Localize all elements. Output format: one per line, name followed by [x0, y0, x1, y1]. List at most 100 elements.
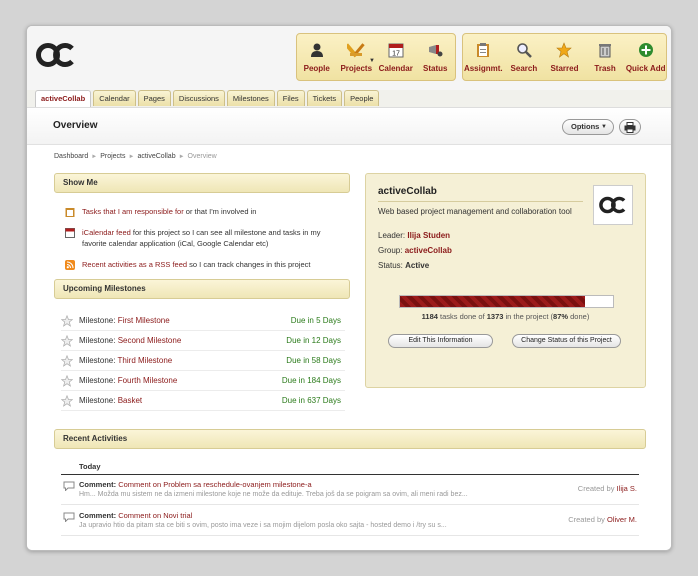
star-outline-icon[interactable] — [61, 315, 73, 327]
milestone-prefix: Milestone: — [79, 396, 118, 405]
milestone-row: Milestone: Third Milestone Due in 58 Day… — [61, 351, 345, 371]
edit-information-button[interactable]: Edit This Information — [388, 334, 493, 348]
star-icon — [555, 41, 573, 59]
activity-link[interactable]: Comment on Novi trial — [118, 511, 192, 520]
tab-discussions[interactable]: Discussions — [172, 90, 225, 106]
toolbar-search-button[interactable]: Search — [504, 34, 545, 80]
tab-tickets[interactable]: Tickets — [306, 90, 343, 106]
upcoming-milestones-heading: Upcoming Milestones — [54, 279, 350, 299]
page-header: Overview Options ▼ — [27, 107, 671, 145]
secondary-toolbar: Assignmt. Search Starred Trash Quick Add — [462, 33, 667, 81]
toolbar-label: Assignmt. — [463, 64, 503, 73]
star-outline-icon[interactable] — [61, 395, 73, 407]
icalendar-feed-link[interactable]: iCalendar feed — [82, 228, 131, 237]
milestone-link[interactable]: Fourth Milestone — [118, 376, 178, 385]
calendar-badge: 17 — [392, 51, 400, 58]
milestone-prefix: Milestone: — [79, 336, 118, 345]
tab-bar: activeCollab Calendar Pages Discussions … — [27, 90, 671, 107]
comment-icon — [63, 481, 75, 491]
milestone-row: Milestone: Second Milestone Due in 12 Da… — [61, 331, 345, 351]
toolbar-starred-button[interactable]: Starred — [544, 34, 585, 80]
tab-calendar[interactable]: Calendar — [93, 90, 136, 106]
tasks-total: 1373 — [486, 312, 504, 321]
divider — [378, 201, 583, 202]
progress-bar — [399, 295, 614, 308]
project-group: Group: activeCollab — [378, 246, 452, 255]
projects-icon — [347, 41, 365, 59]
activity-excerpt: Hm... Možda mu sistem ne da izmeni miles… — [79, 491, 468, 498]
tab-files[interactable]: Files — [276, 90, 305, 106]
toolbar-status-button[interactable]: Status — [416, 34, 456, 80]
author-link[interactable]: Ilija S. — [617, 484, 637, 493]
progress-text-part: in the project ( — [503, 312, 554, 321]
toolbar-label: Starred — [550, 64, 579, 73]
leader-label: Leader: — [378, 231, 406, 240]
activecollab-logo[interactable] — [36, 42, 76, 68]
toolbar-calendar-button[interactable]: 17 Calendar — [376, 34, 416, 80]
progress-text: 1184 tasks done of 1373 in the project (… — [366, 312, 645, 321]
day-heading: Today — [61, 459, 639, 475]
breadcrumb-current: Overview — [187, 153, 217, 160]
activity-link[interactable]: Comment on Problem sa reschedule-ovanjem… — [118, 480, 311, 489]
toolbar-people-button[interactable]: People — [297, 34, 337, 80]
leader-link[interactable]: Ilija Studen — [407, 231, 450, 240]
activity-kind: Comment: — [79, 480, 117, 489]
chevron-down-icon: ▼ — [601, 124, 607, 130]
tasks-done: 1184 — [421, 312, 438, 321]
toolbar-label: Projects — [340, 64, 373, 73]
created-by-label: Created by — [577, 484, 617, 493]
trash-icon — [596, 41, 614, 59]
calendar-icon — [65, 228, 75, 238]
milestone-link[interactable]: Second Milestone — [118, 336, 182, 345]
quick-add-icon — [637, 41, 655, 59]
activity-row: Comment: Comment on Novi trial Ja upravi… — [61, 509, 639, 536]
breadcrumb-projects[interactable]: Projects — [100, 153, 125, 160]
milestone-row: Milestone: Basket Due in 637 Days — [61, 391, 345, 411]
show-me-text: or that I'm involved in — [183, 207, 257, 216]
author-link[interactable]: Oliver M. — [607, 515, 637, 524]
milestone-prefix: Milestone: — [79, 356, 118, 365]
progress-text-part: tasks done of — [437, 312, 487, 321]
star-outline-icon[interactable] — [61, 355, 73, 367]
milestone-due: Due in 184 Days — [281, 376, 341, 385]
milestone-due: Due in 12 Days — [286, 336, 341, 345]
milestone-link[interactable]: Basket — [118, 396, 142, 405]
project-logo — [593, 185, 633, 225]
milestone-link[interactable]: Third Milestone — [118, 356, 173, 365]
toolbar-assignments-button[interactable]: Assignmt. — [463, 34, 504, 80]
status-icon — [426, 41, 444, 59]
project-status: Status: Active — [378, 261, 429, 270]
rss-feed-link[interactable]: Recent activities as a RSS feed — [82, 260, 187, 269]
group-link[interactable]: activeCollab — [405, 246, 452, 255]
toolbar-quick-add-button[interactable]: Quick Add — [625, 34, 666, 80]
milestone-row: Milestone: Fourth Milestone Due in 184 D… — [61, 371, 345, 391]
toolbar-label: Quick Add — [625, 64, 666, 73]
star-outline-icon[interactable] — [61, 335, 73, 347]
change-status-button[interactable]: Change Status of this Project — [512, 334, 621, 348]
tab-people[interactable]: People — [344, 90, 380, 106]
project-info-panel: activeCollab Web based project managemen… — [365, 173, 646, 388]
toolbar-trash-button[interactable]: Trash — [585, 34, 626, 80]
main-toolbar: People Projects ▼ 17 Calendar Status — [296, 33, 456, 81]
assignments-icon — [474, 41, 492, 59]
page-title: Overview — [53, 120, 98, 131]
milestone-due: Due in 637 Days — [281, 396, 341, 405]
breadcrumb-project[interactable]: activeCollab — [137, 153, 175, 160]
toolbar-label: Status — [423, 64, 448, 73]
breadcrumb-separator: ► — [91, 153, 98, 160]
chevron-down-icon[interactable]: ▼ — [369, 58, 375, 64]
group-label: Group: — [378, 246, 403, 255]
tasks-responsible-link[interactable]: Tasks that I am responsible for — [82, 207, 184, 216]
tab-pages[interactable]: Pages — [137, 90, 171, 106]
tab-milestones[interactable]: Milestones — [226, 90, 275, 106]
milestone-link[interactable]: First Milestone — [118, 316, 170, 325]
show-me-item: iCalendar feed for this project so I can… — [65, 227, 345, 249]
options-button[interactable]: Options ▼ — [562, 119, 614, 135]
print-button[interactable] — [619, 119, 641, 135]
people-icon — [308, 41, 326, 59]
toolbar-projects-button[interactable]: Projects ▼ — [337, 34, 377, 80]
toolbar-label: Calendar — [378, 64, 413, 73]
star-outline-icon[interactable] — [61, 375, 73, 387]
breadcrumb-dashboard[interactable]: Dashboard — [54, 153, 88, 160]
tab-activecollab[interactable]: activeCollab — [35, 90, 92, 107]
